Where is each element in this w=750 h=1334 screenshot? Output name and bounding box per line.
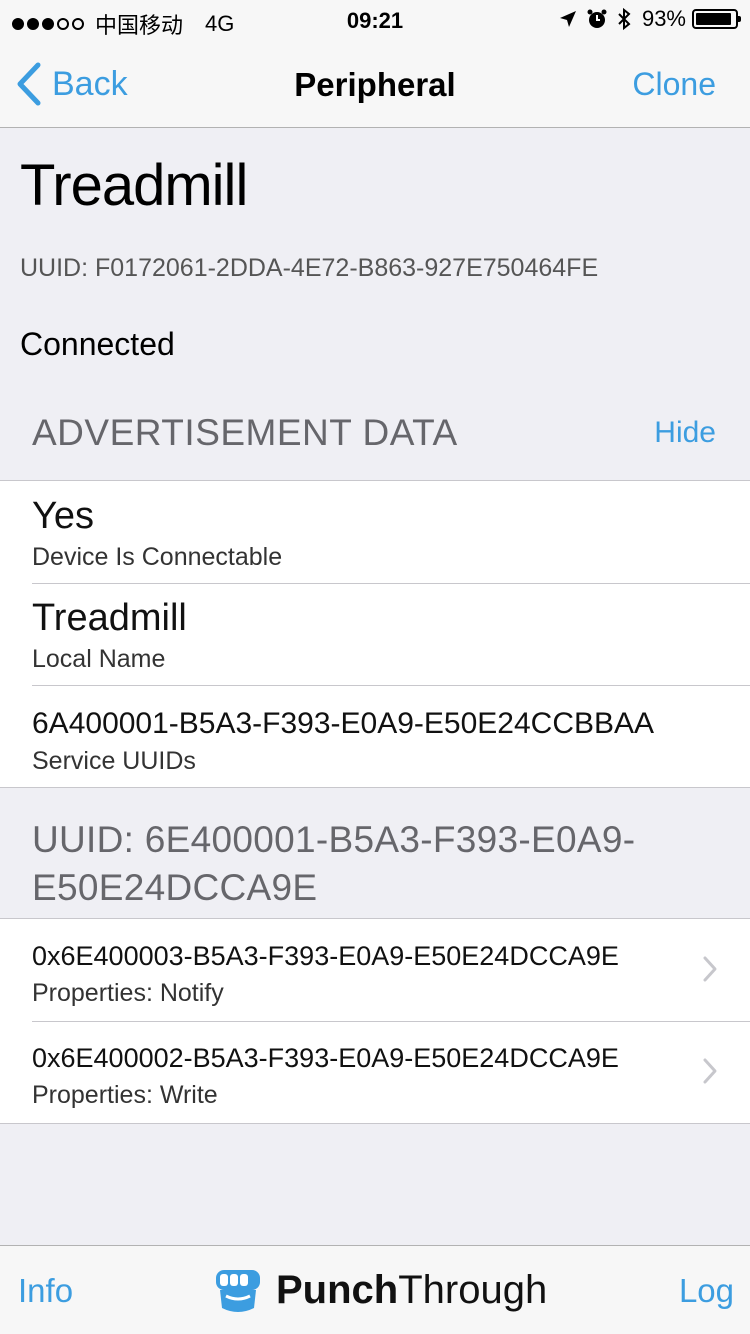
connection-status: Connected bbox=[20, 326, 175, 362]
device-uuid: UUID: F0172061-2DDA-4E72-B863-927E750464… bbox=[20, 254, 599, 282]
alarm-clock-icon bbox=[587, 9, 607, 28]
chevron-right-icon bbox=[703, 1058, 717, 1084]
section-title: ADVERTISEMENT DATA bbox=[32, 412, 458, 453]
location-arrow-icon bbox=[559, 11, 576, 27]
list-item-label: Device Is Connectable bbox=[32, 543, 283, 571]
service-uuid-title: UUID: 6E400001-B5A3-F393-E0A9-E50E24DCCA… bbox=[32, 819, 636, 908]
characteristic-row[interactable]: 0x6E400003-B5A3-F393-E0A9-E50E24DCCA9E P… bbox=[0, 919, 750, 1021]
bluetooth-icon bbox=[618, 7, 631, 31]
battery-icon bbox=[692, 9, 741, 29]
list-item-value: 6A400001-B5A3-F393-E0A9-E50E24CCBBAA bbox=[32, 707, 655, 740]
device-name: Treadmill bbox=[20, 153, 248, 218]
list-item: Yes Device Is Connectable bbox=[0, 481, 750, 583]
characteristics-list: 0x6E400003-B5A3-F393-E0A9-E50E24DCCA9E P… bbox=[0, 918, 750, 1124]
list-item: Treadmill Local Name bbox=[0, 583, 750, 685]
advertisement-data-header: ADVERTISEMENT DATA Hide bbox=[0, 406, 750, 480]
battery-percent: 93% bbox=[641, 6, 686, 31]
clone-button[interactable]: Clone bbox=[632, 66, 716, 103]
status-right: 93% bbox=[550, 6, 741, 32]
characteristic-uuid: 0x6E400002-B5A3-F393-E0A9-E50E24DCCA9E bbox=[32, 1043, 619, 1073]
status-bar: 中国移动 4G 09:21 93% bbox=[0, 0, 750, 40]
list-item-value: Treadmill bbox=[32, 597, 187, 639]
brand-name-thin: Through bbox=[398, 1267, 548, 1312]
fist-logo-icon bbox=[216, 1270, 260, 1312]
characteristic-properties: Properties: Notify bbox=[32, 979, 224, 1007]
chevron-right-icon bbox=[703, 956, 717, 982]
bottom-toolbar: Info Punch Through Log bbox=[0, 1245, 750, 1334]
brand-name-bold: Punch bbox=[276, 1267, 399, 1312]
list-item-label: Service UUIDs bbox=[32, 747, 196, 775]
list-item: 6A400001-B5A3-F393-E0A9-E50E24CCBBAA Ser… bbox=[0, 685, 750, 787]
punchthrough-logo: Punch Through bbox=[210, 1262, 547, 1318]
characteristic-row[interactable]: 0x6E400002-B5A3-F393-E0A9-E50E24DCCA9E P… bbox=[0, 1021, 750, 1123]
characteristic-uuid: 0x6E400003-B5A3-F393-E0A9-E50E24DCCA9E bbox=[32, 941, 619, 971]
list-item-label: Local Name bbox=[32, 645, 166, 673]
characteristic-properties: Properties: Write bbox=[32, 1081, 218, 1109]
battery-fill bbox=[696, 13, 732, 25]
log-button[interactable]: Log bbox=[679, 1272, 734, 1310]
navigation-bar: Back Peripheral Clone bbox=[0, 40, 750, 128]
list-item-value: Yes bbox=[32, 495, 94, 537]
service-header: UUID: 6E400001-B5A3-F393-E0A9-E50E24DCCA… bbox=[0, 812, 750, 918]
hide-button[interactable]: Hide bbox=[654, 416, 716, 450]
info-button[interactable]: Info bbox=[18, 1272, 73, 1310]
advertisement-data-list: Yes Device Is Connectable Treadmill Loca… bbox=[0, 480, 750, 788]
